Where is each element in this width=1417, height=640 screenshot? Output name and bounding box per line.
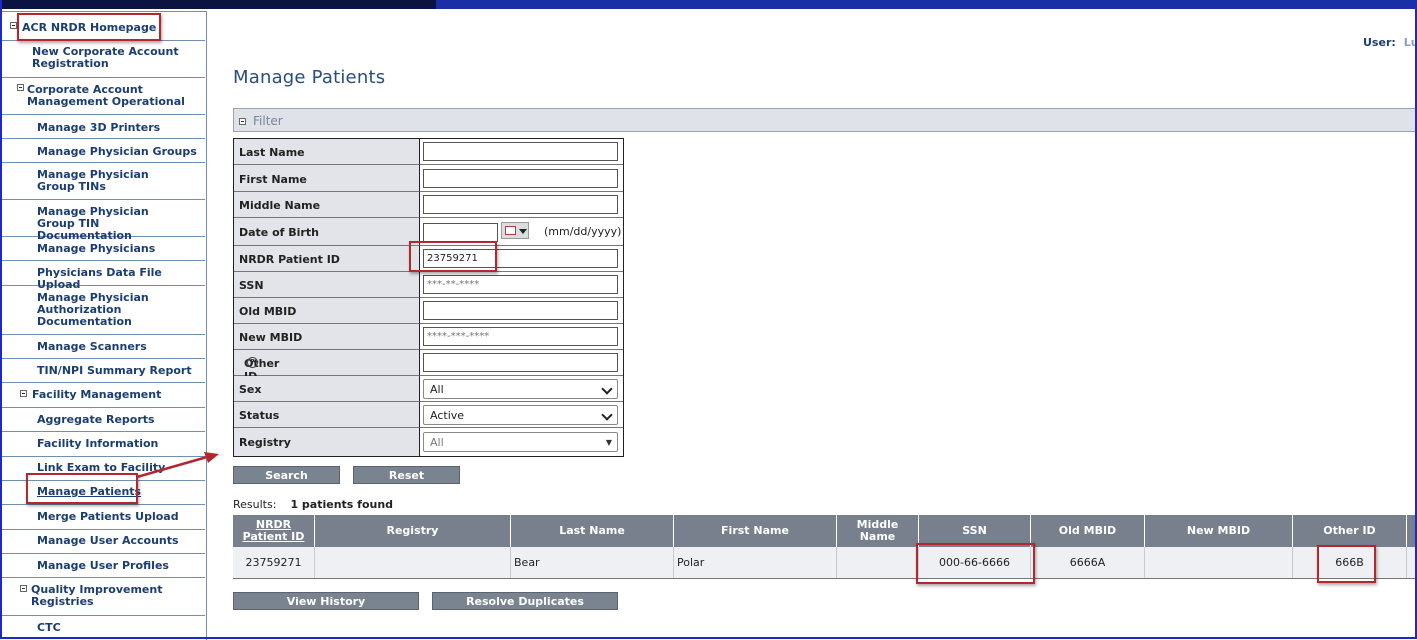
window-frame (0, 0, 1417, 639)
